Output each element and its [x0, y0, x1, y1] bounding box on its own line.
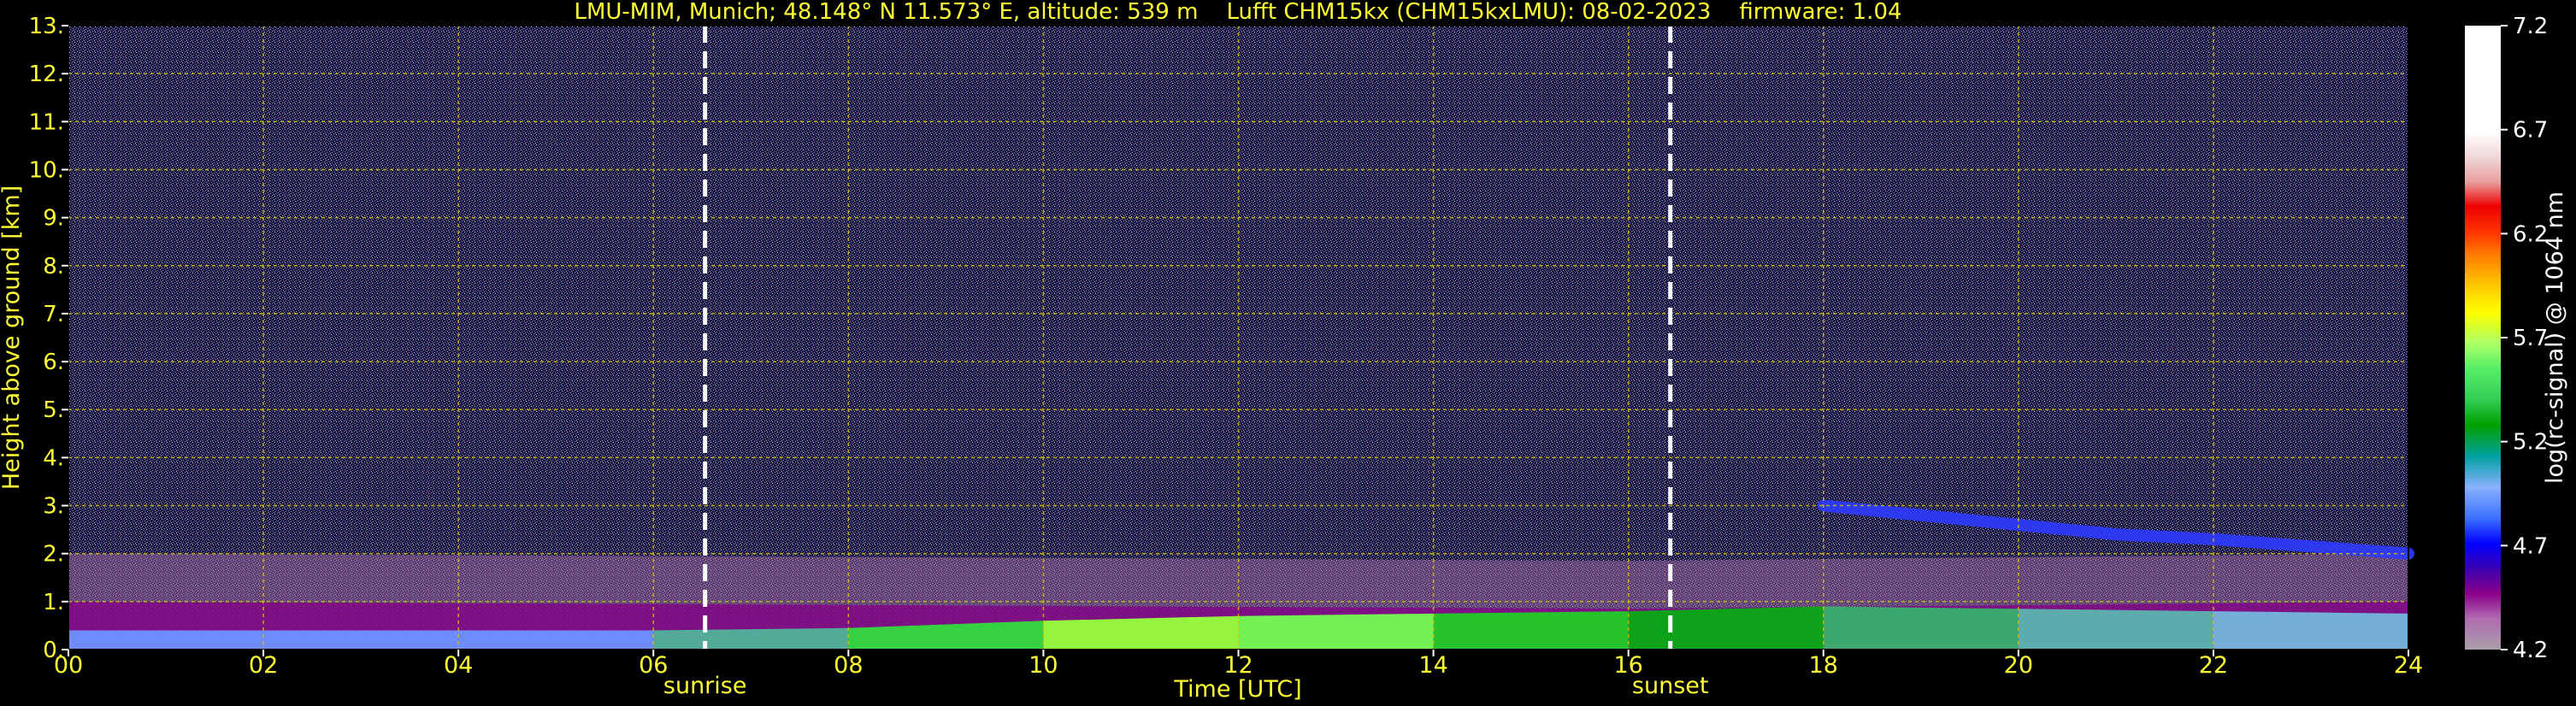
colorbar: 4.24.75.25.76.26.77.2 log(rc-signal) @ 1… — [2465, 14, 2568, 663]
chart-title: LMU-MIM, Munich; 48.148° N 11.573° E, al… — [574, 0, 1901, 25]
y-tick-label: 1. — [43, 590, 64, 615]
y-tick-label: 11. — [29, 109, 64, 135]
x-tick-label: 02 — [249, 652, 278, 679]
colorbar-bar — [2465, 26, 2501, 650]
x-tick-label: 22 — [2199, 652, 2228, 679]
y-tick-label: 5. — [43, 397, 64, 423]
layer-surface-segment — [1433, 611, 1629, 650]
layer-surface-segment — [68, 630, 654, 650]
y-tick-label: 9. — [43, 206, 64, 232]
colorbar-tick-label: 7.2 — [2513, 14, 2548, 39]
annotation-label: sunrise — [663, 673, 747, 699]
x-tick-label: 12 — [1223, 652, 1253, 679]
y-tick-label: 0. — [43, 638, 64, 663]
layer-surface-segment — [1043, 615, 1239, 650]
y-tick-label: 8. — [43, 254, 64, 279]
colorbar-tick-label: 6.7 — [2513, 118, 2548, 144]
x-tick-label: 04 — [444, 652, 473, 679]
y-tick-label: 10. — [29, 157, 64, 183]
layer-surface-segment — [1628, 606, 1824, 650]
y-axis-ticks: 0. 1. 2. 3. 4. 5. 6. 7. 8. 9. 10. 11. 12. 13. — [29, 14, 68, 663]
layer-surface-segment — [1823, 606, 2019, 650]
x-tick-label: 10 — [1029, 652, 1058, 679]
plot-area — [68, 25, 2414, 650]
colorbar-tick-label: 4.7 — [2513, 533, 2548, 559]
y-tick-label: 12. — [29, 62, 64, 87]
layer-surface-segment — [2213, 611, 2408, 650]
y-tick-label: 2. — [43, 542, 64, 568]
layer-surface-segment — [1238, 613, 1434, 650]
x-tick-label: 24 — [2394, 652, 2423, 679]
y-tick-label: 6. — [43, 350, 64, 375]
x-tick-label: 08 — [834, 652, 863, 679]
layer-surface-segment — [2018, 609, 2213, 650]
y-axis-label: Height above ground [km] — [0, 185, 25, 490]
y-tick-label: 13. — [29, 14, 64, 39]
layer-surface-segment — [653, 627, 849, 650]
ceilometer-figure: LMU-MIM, Munich; 48.148° N 11.573° E, al… — [0, 0, 2568, 703]
x-tick-label: 20 — [2004, 652, 2033, 679]
y-tick-label: 4. — [43, 445, 64, 471]
x-tick-label: 14 — [1418, 652, 1447, 679]
annotation-label: sunset — [1632, 673, 1709, 699]
y-tick-label: 7. — [43, 302, 64, 327]
colorbar-tick-label: 4.2 — [2513, 638, 2548, 663]
x-tick-label: 18 — [1809, 652, 1838, 679]
x-axis-label: Time [UTC] — [1173, 676, 1301, 703]
colorbar-label: log(rc-signal) @ 1064 nm — [2542, 191, 2568, 484]
x-axis-ticks: 00 02 04 06 08 10 12 14 16 18 20 22 24 — [54, 650, 2423, 679]
y-tick-label: 3. — [43, 494, 64, 520]
